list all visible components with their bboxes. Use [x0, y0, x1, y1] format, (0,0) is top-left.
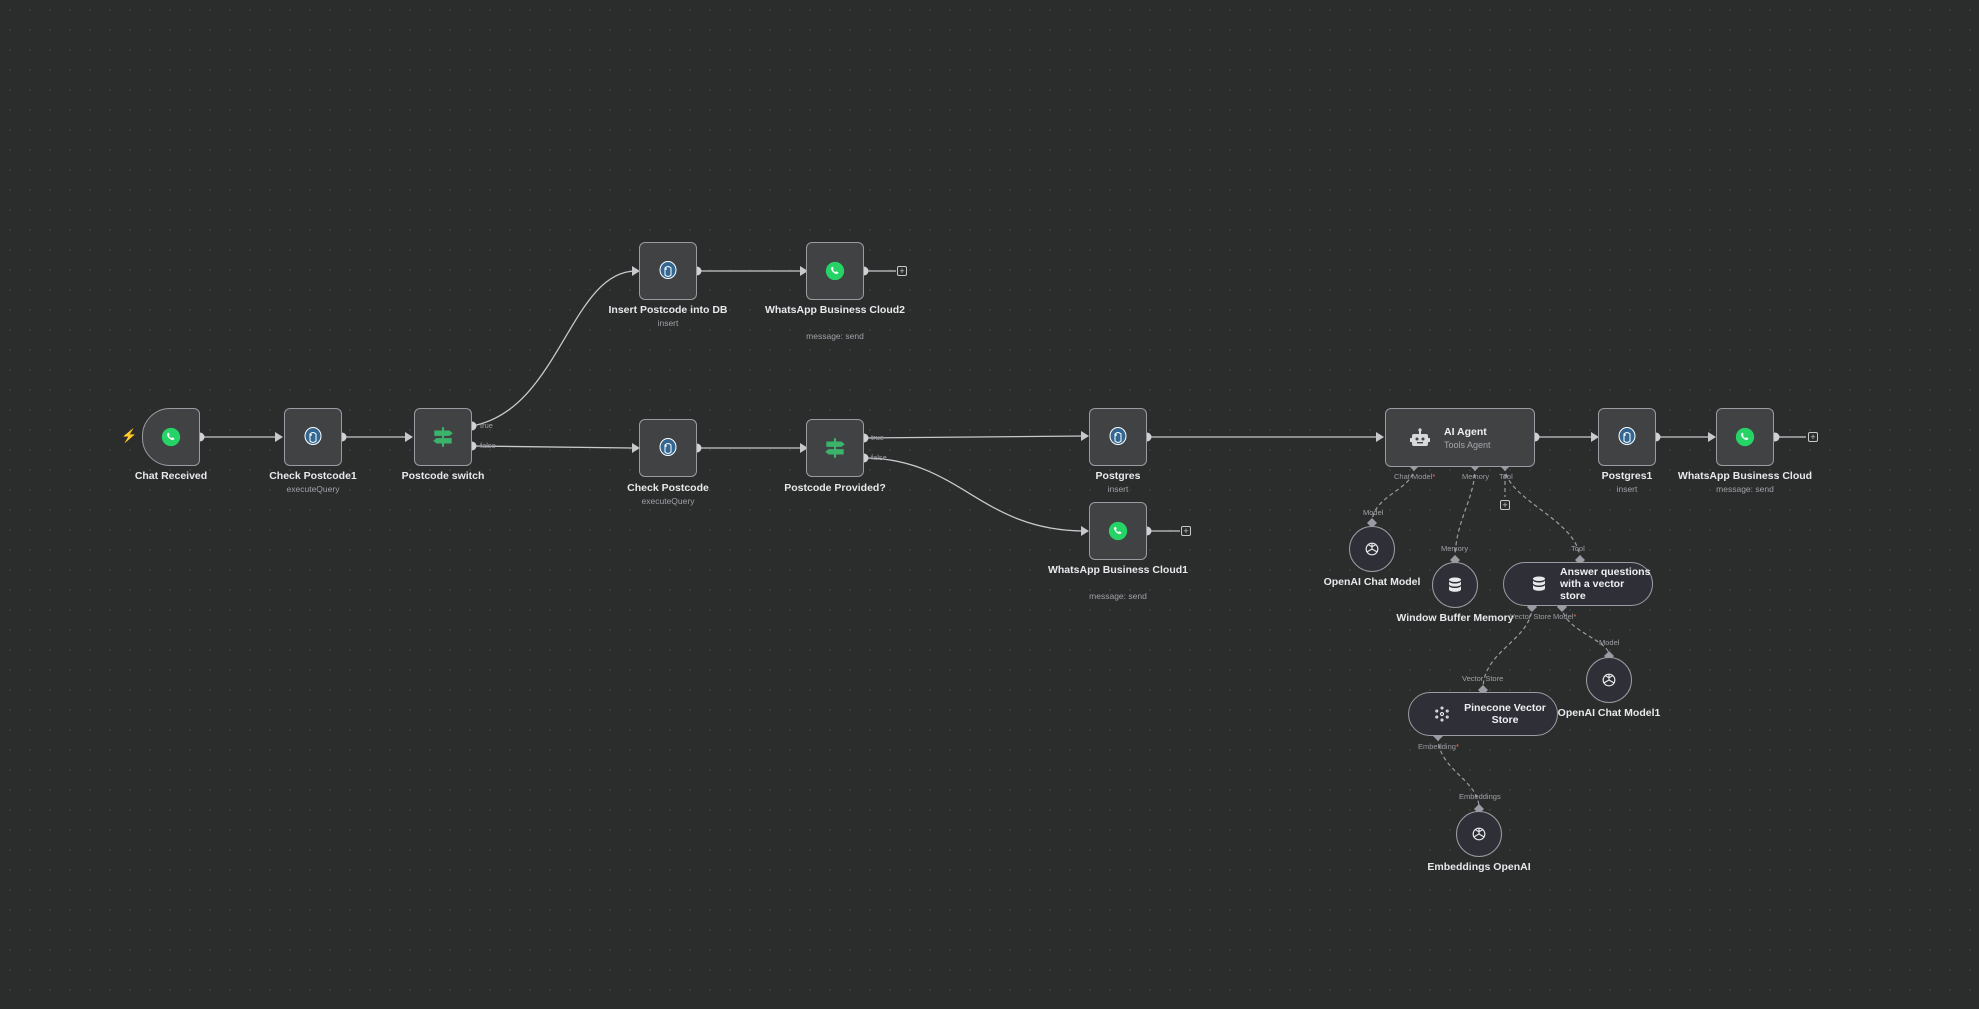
port-embedding: Embedding* [1418, 742, 1459, 751]
edge-switch-false [471, 445, 633, 449]
node-sublabel: insert [1107, 484, 1129, 494]
openai-icon [1362, 539, 1382, 559]
whatsapp-icon [160, 426, 182, 448]
whatsapp-icon [1107, 520, 1129, 542]
node-sublabel: Tools Agent [1444, 439, 1491, 450]
node-pinecone-vector-store[interactable]: Pinecone Vector Store [1408, 692, 1558, 736]
handle-label: Vector Store [1462, 674, 1504, 683]
postgres-icon [1106, 425, 1130, 449]
node-label: Postcode switch [401, 470, 485, 482]
edge-switch-true [471, 270, 637, 427]
edge-provided-false [863, 457, 1086, 532]
if-icon [430, 424, 456, 450]
database-icon [1530, 575, 1548, 593]
postgres-icon [1615, 425, 1639, 449]
node-label: Answer questions with a vector store [1560, 566, 1651, 602]
handle-label: Embeddings [1459, 792, 1501, 801]
workflow-canvas[interactable]: ⚡ Chat Received Check Postcode1 executeQ… [0, 0, 1979, 1009]
port-memory: Memory [1462, 472, 1490, 481]
whatsapp-icon [824, 260, 846, 282]
node-whatsapp-cloud2[interactable] [806, 242, 864, 300]
node-label: WhatsApp Business Cloud2 [764, 304, 905, 316]
node-postgres[interactable] [1089, 408, 1147, 466]
node-label: Chat Received [134, 470, 208, 482]
node-sublabel: insert [657, 318, 679, 328]
node-embeddings-openai[interactable] [1456, 811, 1502, 857]
node-sublabel: message: send [806, 331, 864, 341]
openai-icon [1599, 670, 1619, 690]
node-label: WhatsApp Business Cloud [1677, 470, 1813, 482]
add-node-button[interactable]: + [1181, 526, 1191, 536]
node-sublabel: message: send [1089, 591, 1147, 601]
node-ai-agent[interactable]: AI Agent Tools Agent [1385, 408, 1535, 467]
port-model: Model* [1553, 612, 1577, 621]
node-answer-vector[interactable]: Answer questions with a vector store [1503, 562, 1653, 606]
postgres-icon [656, 259, 680, 283]
pinecone-icon [1433, 705, 1451, 723]
node-label: OpenAI Chat Model [1323, 576, 1421, 588]
whatsapp-icon [1734, 426, 1756, 448]
trigger-bolt-icon: ⚡ [121, 428, 138, 443]
false-output-label: false [871, 453, 887, 462]
node-label: Postcode Provided? [784, 482, 886, 494]
add-node-button[interactable]: + [1808, 432, 1818, 442]
node-chat-received[interactable] [142, 408, 200, 466]
edge-provided-true [863, 435, 1086, 439]
handle-label: Tool [1571, 544, 1585, 553]
node-label: Pinecone Vector Store [1464, 702, 1546, 726]
handle-label: Memory [1441, 544, 1469, 553]
handle-label: Model [1363, 508, 1384, 517]
node-label: Postgres [1095, 470, 1141, 482]
add-tool-button[interactable]: + [1500, 500, 1510, 510]
node-label: WhatsApp Business Cloud1 [1047, 564, 1188, 576]
port-tool: Tool [1499, 472, 1513, 481]
node-sublabel: executeQuery [641, 496, 695, 506]
node-label: Insert Postcode into DB [608, 304, 728, 316]
openai-icon [1469, 824, 1489, 844]
true-output-label: true [480, 421, 493, 430]
node-check-postcode1[interactable] [284, 408, 342, 466]
if-icon [822, 435, 848, 461]
robot-icon [1408, 426, 1432, 450]
node-label: Embeddings OpenAI [1427, 861, 1531, 873]
node-label: Check Postcode [627, 482, 709, 494]
postgres-icon [301, 425, 325, 449]
port-vector-store: Vector Store [1510, 612, 1552, 621]
false-output-label: false [480, 441, 496, 450]
node-openai-chat-model1[interactable] [1586, 657, 1632, 703]
connections-layer [195, 266, 1806, 814]
node-postcode-provided[interactable] [806, 419, 864, 477]
node-postcode-switch[interactable] [414, 408, 472, 466]
node-label: AI Agent [1444, 425, 1487, 438]
add-node-button[interactable]: + [897, 266, 907, 276]
node-window-buffer-memory[interactable] [1432, 562, 1478, 608]
node-sublabel: message: send [1716, 484, 1774, 494]
node-insert-postcode[interactable] [639, 242, 697, 300]
database-icon [1446, 576, 1464, 594]
node-check-postcode[interactable] [639, 419, 697, 477]
port-chat-model: Chat Model* [1394, 472, 1436, 481]
node-sublabel: executeQuery [286, 484, 340, 494]
node-whatsapp-cloud1[interactable] [1089, 502, 1147, 560]
true-output-label: true [871, 433, 884, 442]
handle-label: Model [1599, 638, 1620, 647]
node-whatsapp-cloud[interactable] [1716, 408, 1774, 466]
node-postgres1[interactable] [1598, 408, 1656, 466]
postgres-icon [656, 436, 680, 460]
node-openai-chat-model[interactable] [1349, 526, 1395, 572]
